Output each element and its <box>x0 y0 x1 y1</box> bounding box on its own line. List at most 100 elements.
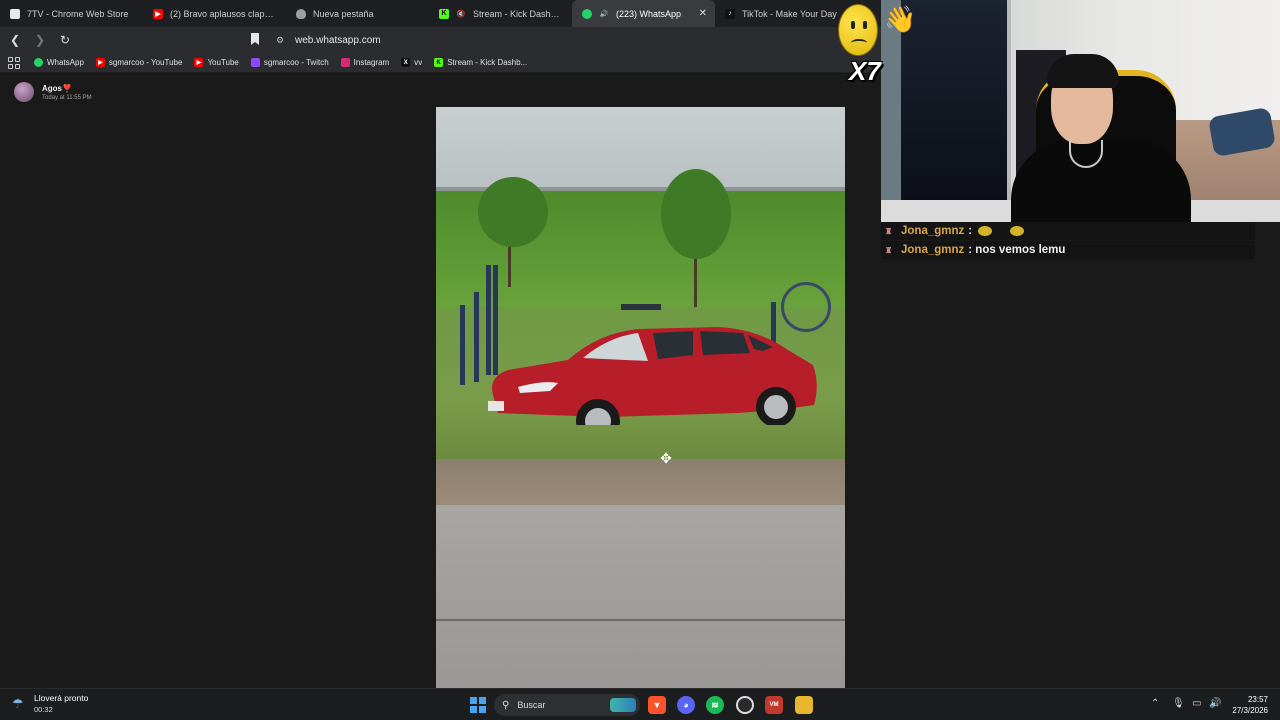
tab-title: Stream - Kick Dashboard <box>473 8 562 19</box>
rain-cloud-icon: ☂ <box>12 695 24 711</box>
kick-icon: K <box>434 58 444 67</box>
waving-hand-icon: 👋 <box>884 4 917 34</box>
whatsapp-icon <box>582 8 592 19</box>
chat-text: nos vemos lemu <box>975 244 1066 256</box>
tiktok-icon: ♪ <box>725 8 735 19</box>
tab-7tv[interactable]: 7TV - Chrome Web Store <box>0 0 143 27</box>
bookmark-kick[interactable]: K Stream - Kick Dashb... <box>434 58 527 67</box>
bookmark-sgmarcoo-twitch[interactable]: sgmarcoo - Twitch <box>250 58 329 67</box>
taskbar-search[interactable]: ⚲ Buscar <box>494 694 640 716</box>
sad-emote-icon: 👋 <box>838 4 916 62</box>
search-placeholder: Buscar <box>517 700 546 710</box>
weather-time: 00:32 <box>34 705 53 714</box>
chat-emote-icon <box>1010 226 1025 236</box>
close-tab-icon[interactable]: ✕ <box>699 8 707 19</box>
tab-title: Nueva pestaña <box>313 8 374 19</box>
kick-icon: K <box>439 8 449 19</box>
tab-title: 7TV - Chrome Web Store <box>27 8 129 19</box>
tab-title: TikTok - Make Your Day <box>742 8 837 19</box>
windows-taskbar: ☂ Lloverá pronto 00:32 ⚲ Buscar ▼ ◕ ≋ VM… <box>0 688 1280 720</box>
photo-tree <box>478 177 548 247</box>
apps-grid-icon[interactable] <box>8 56 20 69</box>
bookmark-x[interactable]: Xvv <box>401 58 422 67</box>
chat-separator: : <box>968 244 976 256</box>
reload-icon[interactable]: ↻ <box>55 30 75 50</box>
emote-mouth <box>851 39 867 47</box>
shield-icon <box>296 8 306 19</box>
bookmark-sgmarcoo-youtube[interactable]: ▶ sgmarcoo - YouTube <box>95 58 183 67</box>
muted-speaker-icon[interactable]: 🔇 <box>456 9 466 19</box>
emote-multiplier: X7 <box>849 56 881 86</box>
brave-icon[interactable]: ▼ <box>648 696 666 714</box>
chat-username: Jona_gmnz <box>901 244 965 256</box>
x-icon: X <box>401 58 411 67</box>
tab-title: (223) WhatsApp <box>616 8 682 19</box>
chrome-web-store-icon <box>10 8 20 19</box>
stream-chat-overlay: ♜ Jona_gmnz : ♜ Jona_gmnz : nos vemos le… <box>881 222 1255 260</box>
address-bar[interactable]: ⚙ web.whatsapp.com <box>270 30 830 50</box>
bookmark-label: WhatsApp <box>47 58 84 67</box>
photo-dirt-shoulder <box>436 459 845 505</box>
photo-exercise-post <box>474 292 479 382</box>
volume-icon[interactable]: 🔊 <box>1209 698 1221 709</box>
tab-whatsapp[interactable]: 🔊 (223) WhatsApp ✕ <box>572 0 715 27</box>
chat-badge-icon: ♜ <box>885 245 893 255</box>
obs-icon[interactable] <box>736 696 754 714</box>
emote-face <box>838 4 878 56</box>
chat-badge-icon: ♜ <box>885 226 893 236</box>
tab-title: (2) Bravo aplausos clapping - Y <box>170 8 276 19</box>
forward-arrow-icon[interactable]: ❯ <box>30 30 50 50</box>
clock-time: 23:57 <box>1247 695 1268 704</box>
clock-date: 27/3/2026 <box>1232 706 1268 715</box>
photo-exercise-post <box>460 305 465 385</box>
voicemeeter-icon[interactable]: VM <box>765 696 783 714</box>
network-icon[interactable]: ▭ <box>1192 698 1201 709</box>
photo-road <box>436 505 845 688</box>
site-settings-icon[interactable]: ⚙ <box>276 35 286 45</box>
bookmark-label: vv <box>414 58 423 67</box>
emote-eye <box>863 21 867 29</box>
tab-tiktok[interactable]: ♪ TikTok - Make Your Day <box>715 0 858 27</box>
media-photo[interactable] <box>436 107 845 688</box>
chevron-up-icon[interactable]: ⌃ <box>1151 698 1159 709</box>
photo-red-car <box>488 327 817 425</box>
chat-message: ♜ Jona_gmnz : <box>881 222 1255 240</box>
bookmark-youtube[interactable]: ▶ YouTube <box>194 58 239 67</box>
back-arrow-icon[interactable]: ❮ <box>5 30 25 50</box>
tab-youtube-bravo[interactable]: ▶ (2) Bravo aplausos clapping - Y <box>143 0 286 27</box>
photo-bench <box>621 304 661 310</box>
weather-widget[interactable]: ☂ Lloverá pronto 00:32 <box>12 693 88 714</box>
streamer-webcam <box>881 0 1280 222</box>
sender-name: Agos❣️ <box>42 83 72 93</box>
weather-forecast: Lloverá pronto <box>34 693 89 703</box>
tab-kick-dashboard[interactable]: K 🔇 Stream - Kick Dashboard <box>429 0 572 27</box>
chat-message: ♜ Jona_gmnz : nos vemos lemu <box>881 241 1255 259</box>
chat-username: Jona_gmnz <box>901 225 965 237</box>
microphone-icon[interactable]: 🎙 <box>1172 698 1185 709</box>
speaker-icon[interactable]: 🔊 <box>599 9 609 19</box>
bookmark-instagram[interactable]: Instagram <box>340 58 389 67</box>
system-clock[interactable]: 23:57 27/3/2026 <box>1232 694 1268 716</box>
bookmark-label: Stream - Kick Dashb... <box>447 58 528 67</box>
message-timestamp: Today at 11:55 PM <box>42 94 92 101</box>
twitch-icon <box>250 58 260 67</box>
avatar[interactable] <box>14 82 34 102</box>
search-highlight-icon <box>610 698 636 712</box>
discord-icon[interactable]: ◕ <box>677 696 695 714</box>
media-sender-info[interactable]: Agos❣️ Today at 11:55 PM <box>14 82 92 102</box>
instagram-icon <box>340 58 350 67</box>
bookmark-label: sgmarcoo - YouTube <box>108 58 183 67</box>
tab-new-tab[interactable]: Nueva pestaña <box>286 0 429 27</box>
bookmark-icon[interactable] <box>250 33 260 45</box>
file-explorer-icon[interactable] <box>795 696 813 714</box>
youtube-icon: ▶ <box>95 58 105 67</box>
emote-eye <box>851 21 855 29</box>
url-text: web.whatsapp.com <box>295 34 381 46</box>
bookmark-label: YouTube <box>207 58 239 67</box>
bookmark-whatsapp[interactable]: WhatsApp <box>34 58 84 67</box>
youtube-icon: ▶ <box>153 8 163 19</box>
spotify-icon[interactable]: ≋ <box>706 696 724 714</box>
youtube-icon: ▶ <box>194 58 204 67</box>
search-icon: ⚲ <box>502 699 510 711</box>
windows-start-icon[interactable] <box>470 697 486 713</box>
